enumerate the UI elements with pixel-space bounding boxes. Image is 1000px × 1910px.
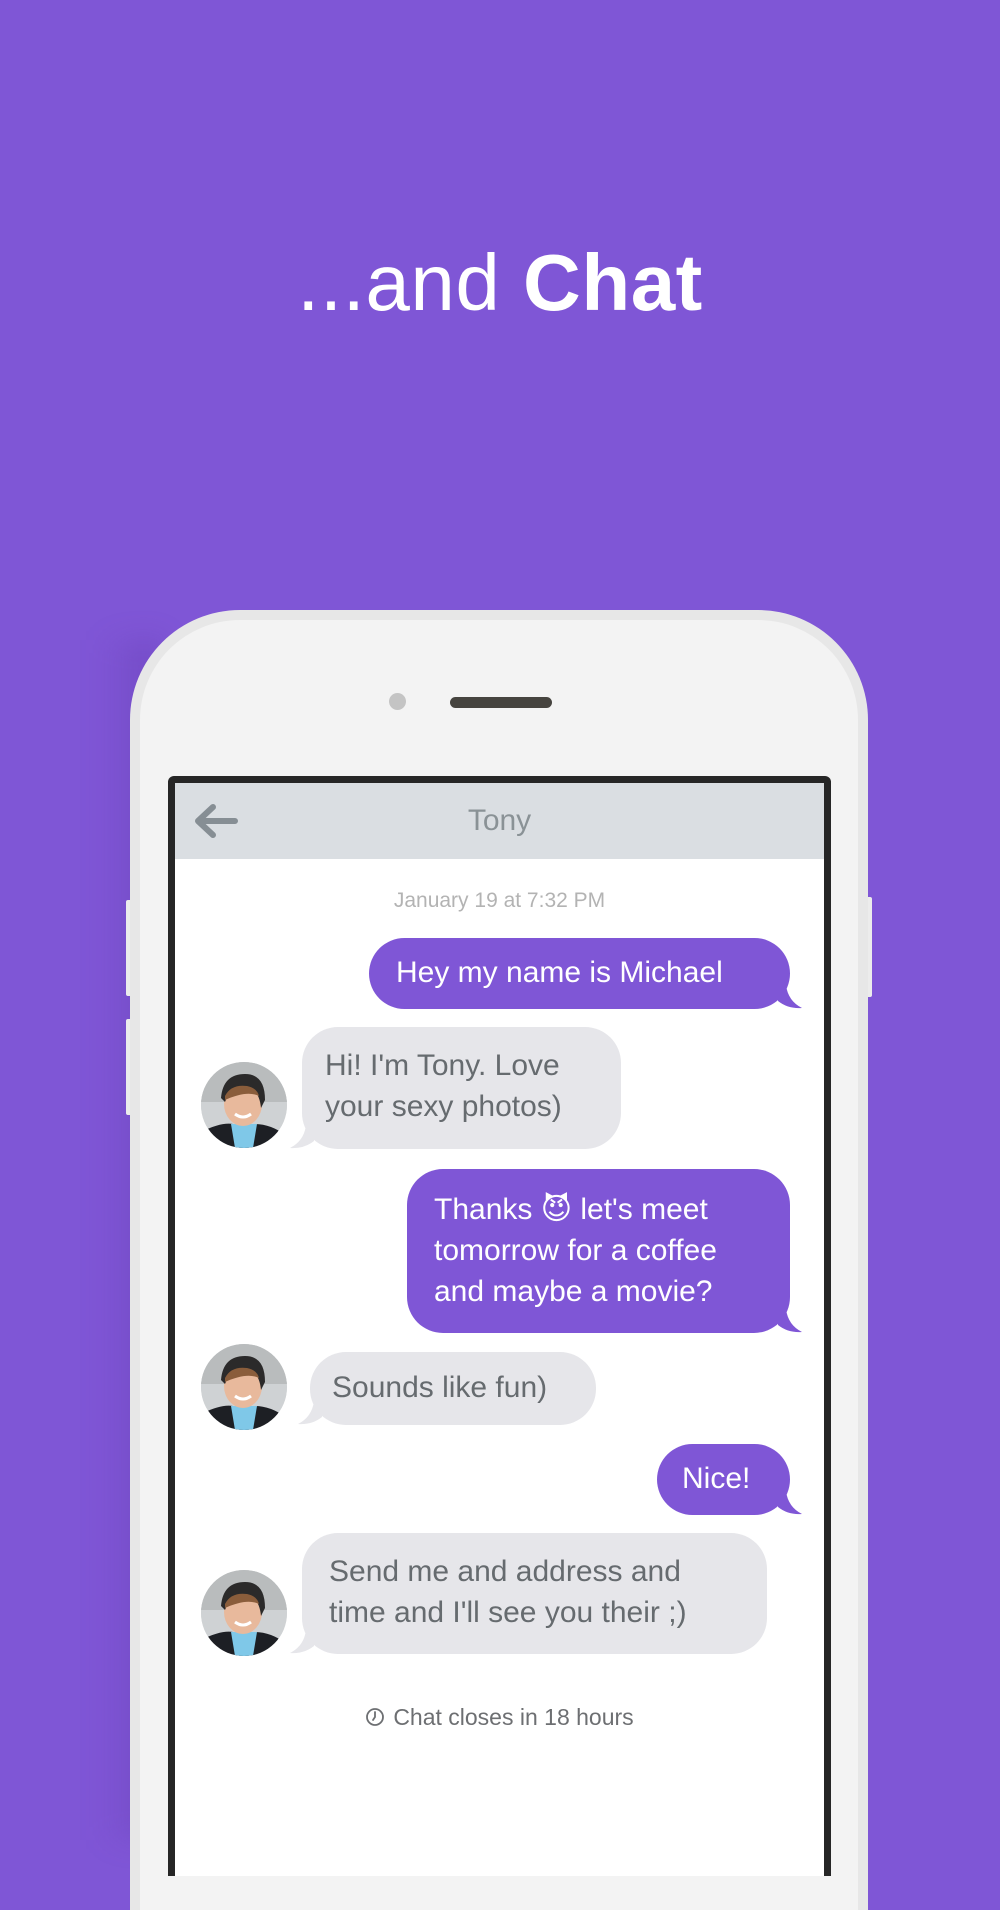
headline-emphasis: Chat [523, 238, 703, 327]
earpiece-speaker [450, 697, 552, 708]
avatar [201, 1344, 287, 1430]
chat-timestamp: January 19 at 7:32 PM [393, 889, 606, 912]
phone-screen: Tony January 19 at 7:32 PM Hey my name i… [168, 776, 831, 1876]
message-outgoing: Hey my name is Michael [369, 938, 802, 1009]
message-text: Hey my name is Michael [396, 956, 723, 989]
message-outgoing: Nice! [657, 1444, 802, 1515]
message-text-line: Send me and address and [329, 1555, 681, 1588]
message-text: let's meet [580, 1193, 708, 1226]
bubble-tail [778, 1491, 802, 1515]
front-camera [389, 693, 406, 710]
bubble-tail [290, 1630, 314, 1654]
headline: ...and Chat [0, 235, 1000, 331]
contact-name: Tony [467, 804, 532, 837]
avatar-tony [201, 1062, 287, 1148]
chat-screen: Tony January 19 at 7:32 PM Hey my name i… [175, 783, 824, 1876]
bubble-tail [778, 1309, 802, 1333]
avatar [201, 1570, 287, 1656]
message-text: Nice! [682, 1462, 751, 1495]
chat-expiry-text: Chat closes in 18 hours [393, 1704, 634, 1730]
chat-header: Tony [175, 783, 824, 859]
message-text: Sounds like fun) [332, 1371, 548, 1404]
message-incoming: Sounds like fun) [298, 1352, 596, 1425]
message-text-line: Thanks 😈 let's meet [434, 1189, 790, 1230]
message-incoming: Send me and address and time and I'll se… [290, 1533, 767, 1654]
message-text-line: Hi! I'm Tony. Love [325, 1049, 560, 1082]
bubble-tail [298, 1401, 322, 1425]
headline-prefix: ...and [297, 238, 524, 327]
message-text: Thanks [434, 1193, 533, 1226]
clock-icon [366, 1708, 385, 1726]
message-text-line: tomorrow for a coffee [434, 1234, 717, 1267]
avatar-tony [201, 1344, 287, 1430]
avatar [201, 1062, 287, 1148]
message-text-line: time and I'll see you their ;) [329, 1596, 687, 1629]
message-incoming: Hi! I'm Tony. Love your sexy photos) [290, 1027, 621, 1149]
message-text-line: and maybe a movie? [434, 1275, 713, 1308]
chat-expiry-notice: Chat closes in 18 hours [175, 1703, 824, 1731]
smiling-imp-emoji: 😈 [540, 1193, 573, 1226]
bubble-tail [778, 985, 802, 1009]
bubble-tail [290, 1125, 314, 1149]
avatar-tony [201, 1570, 287, 1656]
message-text-line: your sexy photos) [325, 1090, 562, 1123]
message-outgoing: Thanks 😈 let's meet tomorrow for a coffe… [407, 1169, 802, 1333]
